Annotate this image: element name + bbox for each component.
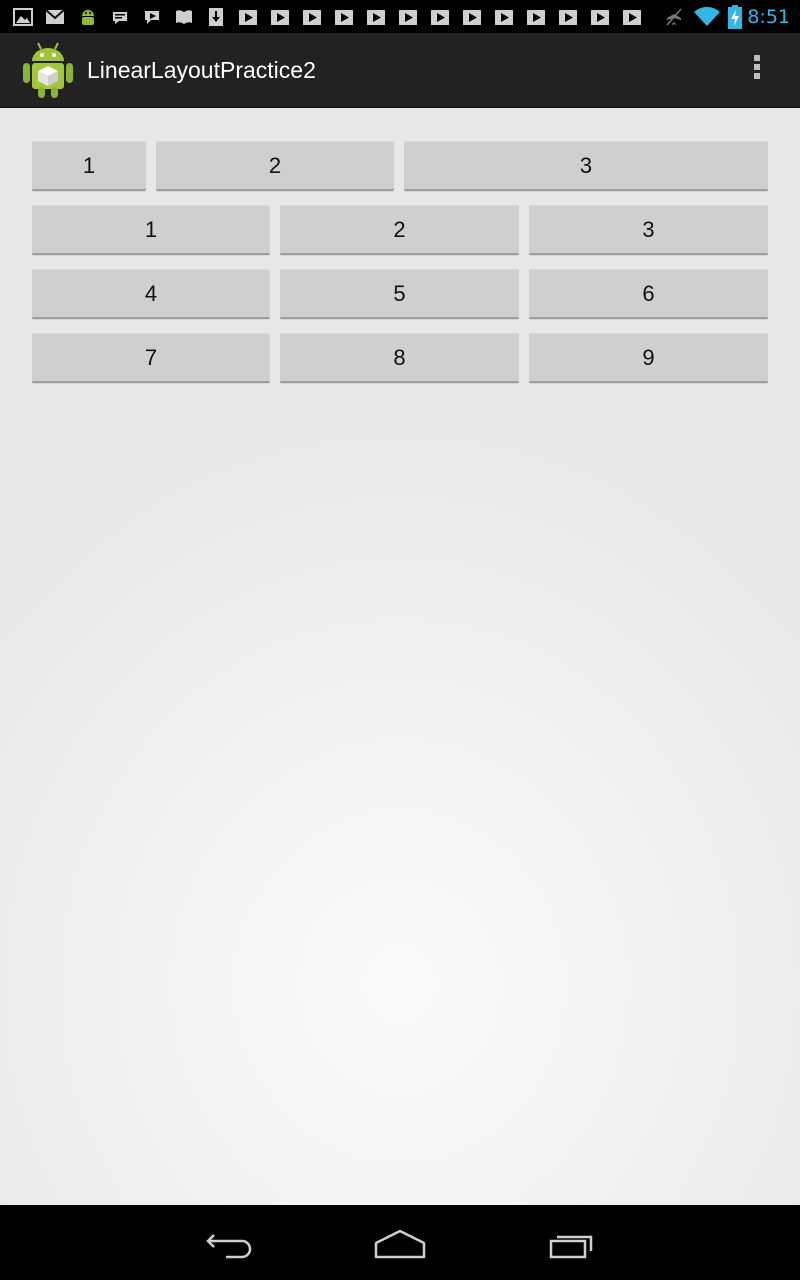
android-debug-icon bbox=[82, 10, 94, 25]
row1-button-2[interactable]: 2 bbox=[156, 141, 394, 191]
play-icon bbox=[431, 10, 449, 25]
play-icon bbox=[335, 10, 353, 25]
play-icon bbox=[303, 10, 321, 25]
message-icon bbox=[113, 12, 127, 24]
status-bar: 8:51 bbox=[0, 0, 800, 33]
play-icon bbox=[495, 10, 513, 25]
row2-button-2[interactable]: 2 bbox=[280, 205, 519, 255]
row2-button-1[interactable]: 1 bbox=[32, 205, 270, 255]
row1-button-1[interactable]: 1 bbox=[32, 141, 146, 191]
content-area: 1 2 3 1 2 3 4 5 6 7 8 9 bbox=[0, 108, 800, 1205]
action-bar: LinearLayoutPractice2 bbox=[0, 33, 800, 108]
gmail-icon bbox=[45, 9, 65, 24]
play-icon bbox=[527, 10, 545, 25]
home-icon[interactable] bbox=[370, 1221, 430, 1265]
battery-charging-icon bbox=[728, 5, 742, 29]
play-icon bbox=[591, 10, 609, 25]
overflow-dot bbox=[754, 55, 760, 61]
navigation-bar bbox=[0, 1205, 800, 1280]
row3-button-5[interactable]: 5 bbox=[280, 269, 519, 319]
books-icon bbox=[176, 10, 192, 24]
overflow-dot bbox=[754, 64, 760, 70]
play-icon bbox=[623, 10, 641, 25]
status-time: 8:51 bbox=[747, 6, 790, 28]
play-icon bbox=[271, 10, 289, 25]
airplane-mode-off-icon bbox=[666, 8, 682, 26]
recent-apps-icon[interactable] bbox=[541, 1221, 601, 1265]
android-app-icon[interactable] bbox=[22, 41, 74, 99]
row4-button-8[interactable]: 8 bbox=[280, 333, 519, 383]
download-icon bbox=[209, 8, 223, 26]
app-title: LinearLayoutPractice2 bbox=[87, 57, 316, 83]
play-icon bbox=[463, 10, 481, 25]
screen: 8:51 LinearLayoutPractice2 1 2 3 1 2 3 4… bbox=[0, 0, 800, 1280]
overflow-dot bbox=[754, 73, 760, 79]
row3-button-4[interactable]: 4 bbox=[32, 269, 270, 319]
play-icon bbox=[367, 10, 385, 25]
row3-button-6[interactable]: 6 bbox=[529, 269, 768, 319]
play-icon bbox=[559, 10, 577, 25]
hangouts-icon bbox=[145, 11, 159, 24]
overflow-menu-icon[interactable] bbox=[744, 53, 770, 87]
wifi-icon bbox=[694, 6, 720, 27]
row1-button-3[interactable]: 3 bbox=[404, 141, 768, 191]
row2-button-3[interactable]: 3 bbox=[529, 205, 768, 255]
back-icon[interactable] bbox=[200, 1221, 260, 1265]
play-icon bbox=[399, 10, 417, 25]
row4-button-9[interactable]: 9 bbox=[529, 333, 768, 383]
gallery-icon bbox=[13, 8, 33, 26]
play-icon bbox=[239, 10, 257, 25]
row4-button-7[interactable]: 7 bbox=[32, 333, 270, 383]
